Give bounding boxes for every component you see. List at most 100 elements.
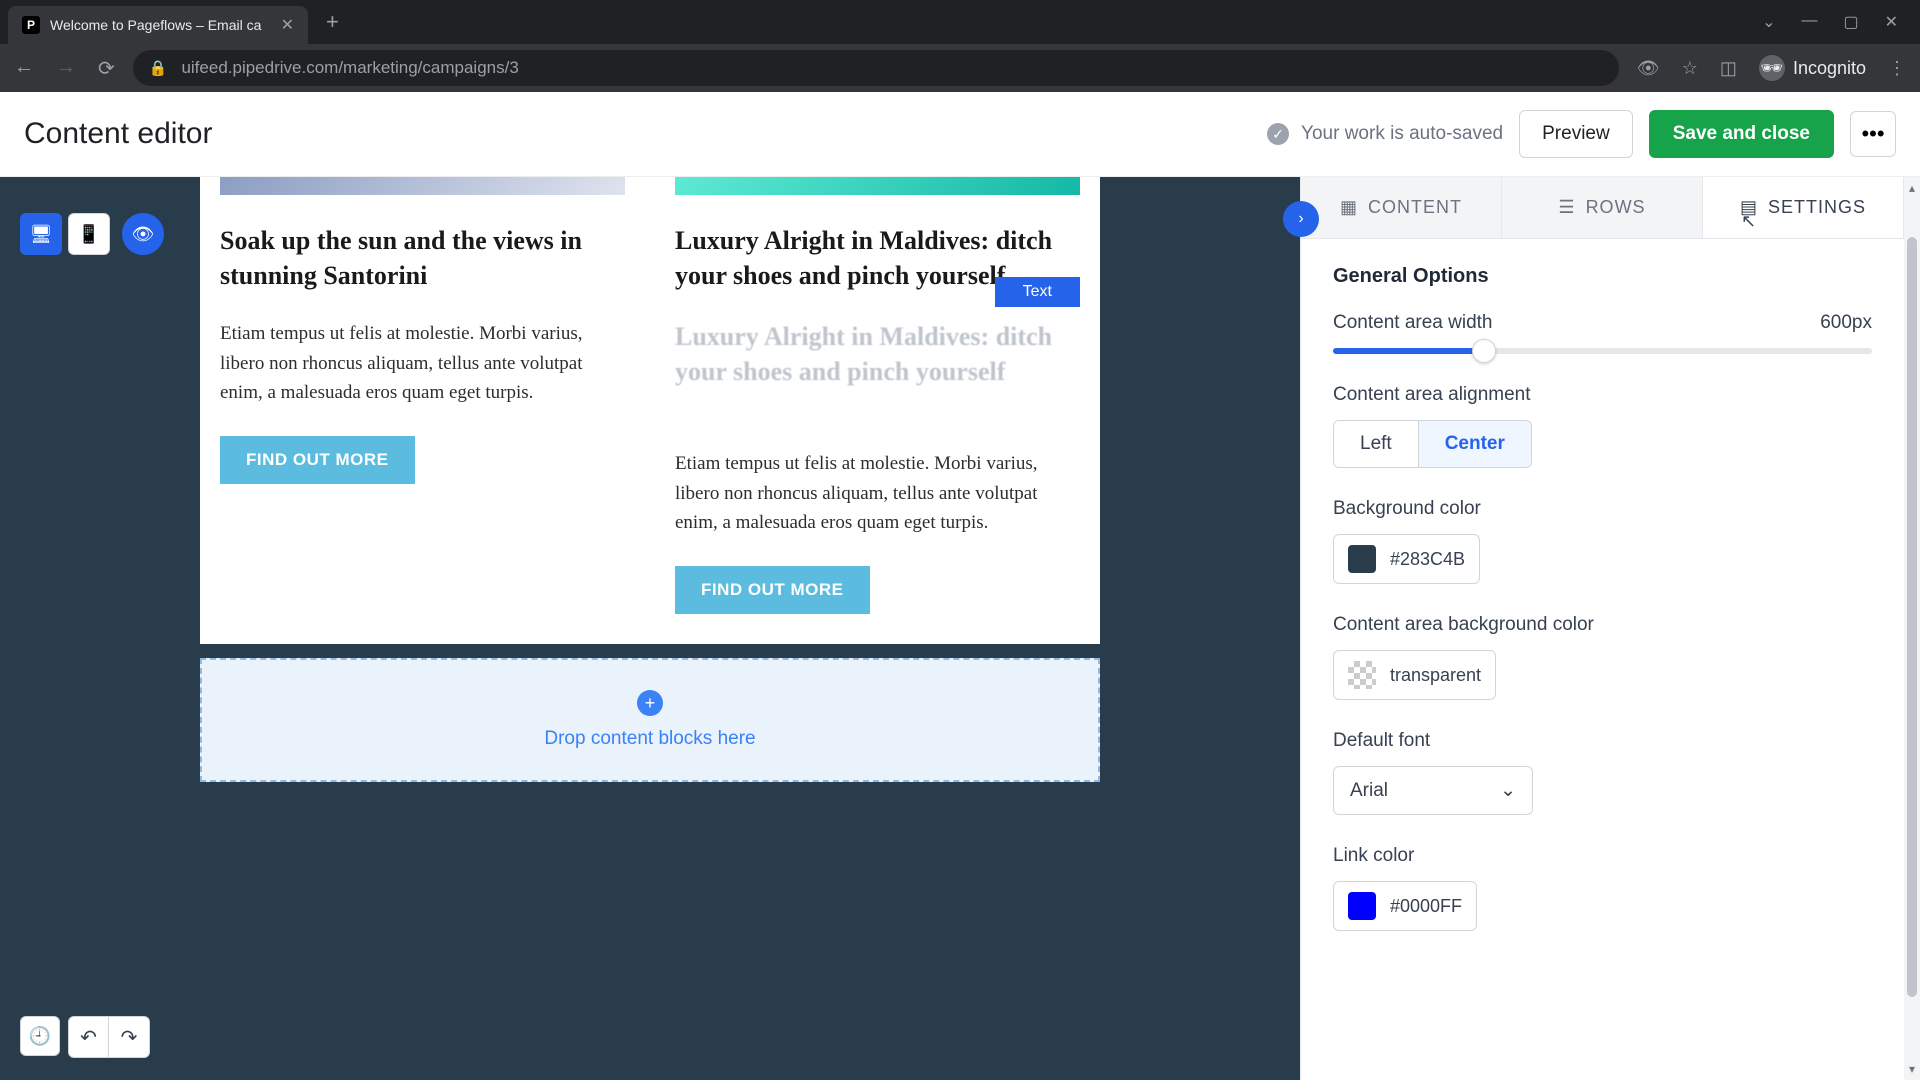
area-bg-color-input[interactable]: transparent — [1333, 650, 1496, 700]
settings-icon: ▤ — [1740, 197, 1758, 218]
field-label: Content area width — [1333, 312, 1493, 334]
close-tab-icon[interactable]: ✕ — [281, 15, 294, 35]
color-value: #0000FF — [1390, 896, 1462, 917]
article-body[interactable]: Etiam tempus ut felis at molestie. Morbi… — [220, 319, 625, 407]
transparent-swatch — [1348, 661, 1376, 689]
field-background-color: Background color #283C4B — [1333, 498, 1872, 584]
settings-panel: › ▦ CONTENT ☰ ROWS ▤ SETTINGS ↖ — [1300, 177, 1920, 1080]
page-title: Content editor — [24, 117, 212, 151]
column-right[interactable]: Luxury Alright in Maldives: ditch your s… — [675, 177, 1080, 614]
app: Content editor ✓ Your work is auto-saved… — [0, 92, 1920, 1080]
browser-tab[interactable]: P Welcome to Pageflows – Email ca ✕ — [8, 6, 308, 44]
extensions-icon[interactable]: ◫ — [1720, 58, 1737, 79]
color-value: #283C4B — [1390, 549, 1465, 570]
new-tab-button[interactable]: + — [316, 9, 349, 35]
chevron-down-icon[interactable]: ⌄ — [1762, 12, 1775, 32]
slider-thumb[interactable] — [1472, 339, 1496, 363]
ghost-text: Luxury Alright in Maldives: ditch your s… — [675, 319, 1080, 389]
save-and-close-button[interactable]: Save and close — [1649, 110, 1834, 158]
cta-button[interactable]: FIND OUT MORE — [675, 566, 870, 614]
canvas-scroll[interactable]: Soak up the sun and the views in stunnin… — [0, 177, 1300, 1080]
forward-icon[interactable]: → — [56, 56, 76, 81]
grid-icon: ▦ — [1340, 197, 1358, 218]
panel-scrollbar[interactable]: ▴ ▾ — [1904, 177, 1920, 1080]
panel-tabs: ▦ CONTENT ☰ ROWS ▤ SETTINGS ↖ — [1301, 177, 1904, 239]
view-controls: 🖥 📱 👁 — [20, 213, 164, 255]
check-icon: ✓ — [1267, 123, 1289, 145]
browser-chrome: P Welcome to Pageflows – Email ca ✕ + ⌄ … — [0, 0, 1920, 92]
undo-button[interactable]: ↶ — [69, 1017, 109, 1057]
field-default-font: Default font Arial ⌄ — [1333, 730, 1872, 815]
article-body[interactable]: Etiam tempus ut felis at molestie. Morbi… — [675, 449, 1080, 537]
block-type-label: Text — [995, 277, 1080, 307]
image-placeholder[interactable] — [220, 177, 625, 195]
tab-settings[interactable]: ▤ SETTINGS ↖ — [1703, 177, 1904, 238]
width-slider[interactable] — [1333, 348, 1872, 354]
column-left[interactable]: Soak up the sun and the views in stunnin… — [220, 177, 625, 614]
field-label: Link color — [1333, 845, 1872, 867]
minimize-icon[interactable]: — — [1801, 12, 1817, 32]
panel-body: General Options Content area width 600px… — [1301, 239, 1904, 1080]
incognito-badge[interactable]: 🕶 Incognito — [1759, 55, 1866, 81]
preview-eye-button[interactable]: 👁 — [122, 213, 164, 255]
lock-icon: 🔒 — [149, 59, 168, 77]
undo-redo-group: ↶ ↷ — [68, 1016, 150, 1058]
dragging-text-block[interactable]: Text Luxury Alright in Maldives: ditch y… — [675, 319, 1080, 389]
history-button[interactable]: 🕘 — [20, 1016, 60, 1056]
email-content: Soak up the sun and the views in stunnin… — [200, 177, 1100, 782]
link-color-input[interactable]: #0000FF — [1333, 881, 1477, 931]
field-link-color: Link color #0000FF — [1333, 845, 1872, 931]
desktop-view-button[interactable]: 🖥 — [20, 213, 62, 255]
drop-zone-label: Drop content blocks here — [544, 728, 755, 749]
field-label: Background color — [1333, 498, 1872, 520]
kebab-menu-icon[interactable]: ⋮ — [1888, 58, 1906, 79]
align-center-button[interactable]: Center — [1419, 421, 1531, 467]
url-box[interactable]: 🔒 uifeed.pipedrive.com/marketing/campaig… — [133, 50, 1619, 86]
back-icon[interactable]: ← — [14, 56, 34, 81]
tab-bar: P Welcome to Pageflows – Email ca ✕ + ⌄ … — [0, 0, 1920, 44]
field-area-bg-color: Content area background color transparen… — [1333, 614, 1872, 700]
tab-content[interactable]: ▦ CONTENT — [1301, 177, 1502, 238]
mobile-view-button[interactable]: 📱 — [68, 213, 110, 255]
favicon: P — [22, 16, 40, 34]
history-controls: 🕘 ↶ ↷ — [20, 1016, 150, 1058]
cta-button[interactable]: FIND OUT MORE — [220, 436, 415, 484]
autosave-text: Your work is auto-saved — [1301, 123, 1503, 145]
eye-off-icon[interactable]: 👁 — [1637, 58, 1660, 79]
field-label: Default font — [1333, 730, 1872, 752]
maximize-icon[interactable]: ▢ — [1843, 12, 1858, 32]
scrollbar-thumb[interactable] — [1907, 237, 1917, 997]
plus-icon: + — [637, 690, 663, 716]
preview-button[interactable]: Preview — [1519, 110, 1633, 158]
field-label: Content area background color — [1333, 614, 1872, 636]
width-value: 600px — [1820, 312, 1872, 334]
chevron-down-icon: ⌄ — [1500, 779, 1516, 802]
image-placeholder[interactable] — [675, 177, 1080, 195]
align-left-button[interactable]: Left — [1334, 421, 1419, 467]
two-column-row[interactable]: Soak up the sun and the views in stunnin… — [200, 177, 1100, 644]
font-select[interactable]: Arial ⌄ — [1333, 766, 1533, 815]
drop-zone[interactable]: + Drop content blocks here — [200, 658, 1100, 782]
scroll-up-arrow[interactable]: ▴ — [1904, 181, 1920, 195]
bg-color-input[interactable]: #283C4B — [1333, 534, 1480, 584]
field-alignment: Content area alignment Left Center — [1333, 384, 1872, 468]
article-heading[interactable]: Soak up the sun and the views in stunnin… — [220, 223, 625, 293]
reload-icon[interactable]: ⟳ — [98, 56, 115, 81]
scroll-down-arrow[interactable]: ▾ — [1904, 1062, 1920, 1076]
tab-title: Welcome to Pageflows – Email ca — [50, 17, 271, 33]
autosave-indicator: ✓ Your work is auto-saved — [1267, 123, 1503, 145]
redo-button[interactable]: ↷ — [109, 1017, 149, 1057]
editor-canvas: 🖥 📱 👁 🕘 ↶ ↷ Soak up the sun and the view… — [0, 177, 1300, 1080]
url-text: uifeed.pipedrive.com/marketing/campaigns… — [181, 58, 518, 78]
collapse-panel-button[interactable]: › — [1283, 201, 1319, 237]
field-content-width: Content area width 600px — [1333, 312, 1872, 354]
browser-right-icons: 👁 ☆ ◫ 🕶 Incognito ⋮ — [1637, 55, 1906, 81]
star-icon[interactable]: ☆ — [1682, 58, 1698, 79]
address-bar: ← → ⟳ 🔒 uifeed.pipedrive.com/marketing/c… — [0, 44, 1920, 92]
close-window-icon[interactable]: ✕ — [1885, 12, 1898, 32]
more-actions-button[interactable]: ••• — [1850, 111, 1896, 157]
tab-rows[interactable]: ☰ ROWS — [1502, 177, 1703, 238]
color-swatch — [1348, 892, 1376, 920]
rows-icon: ☰ — [1558, 197, 1575, 218]
color-swatch — [1348, 545, 1376, 573]
